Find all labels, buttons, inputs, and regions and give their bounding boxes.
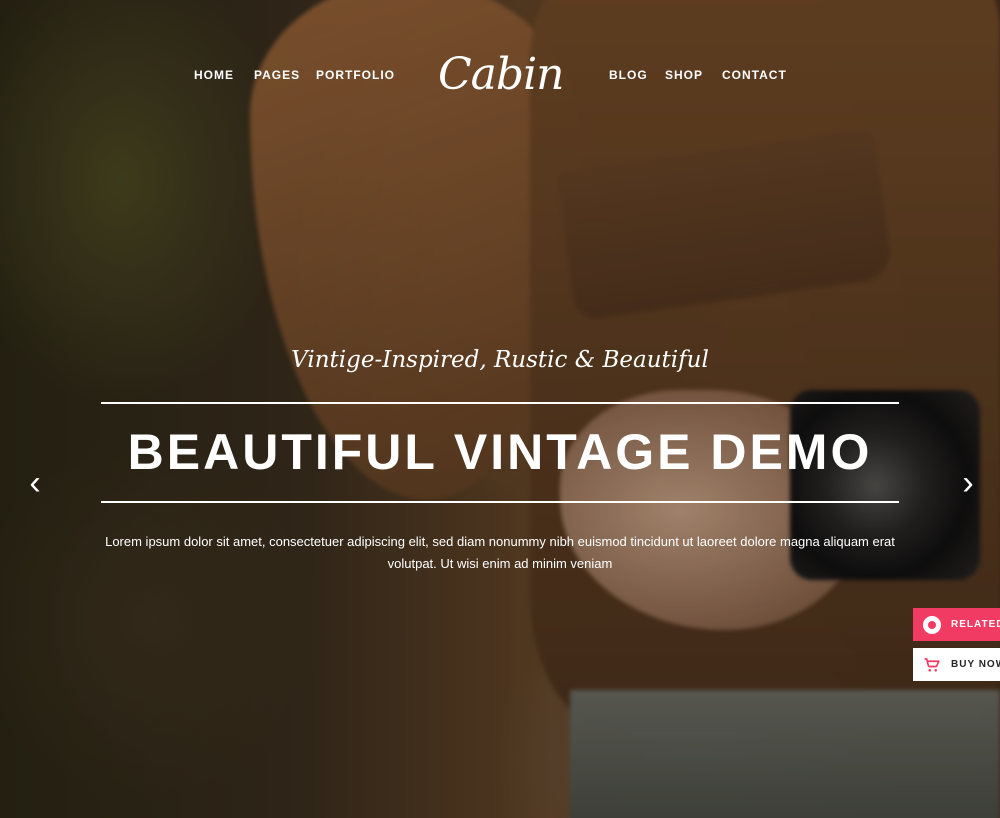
nav-blog-link[interactable]: BLOG bbox=[609, 69, 648, 81]
site-logo[interactable]: Cabin bbox=[438, 35, 568, 115]
related-icon bbox=[923, 615, 941, 634]
main-navigation: HOME PAGES PORTFOLIO Cabin BLOG SHOP CON… bbox=[0, 35, 1000, 115]
buy-now-button-label: BUY NOW bbox=[951, 659, 1000, 670]
nav-pages-link[interactable]: PAGES bbox=[254, 69, 300, 81]
hero-tagline: Vintige-Inspired, Rustic & Beautiful bbox=[291, 347, 709, 373]
next-slide-icon[interactable]: › bbox=[957, 466, 979, 500]
nav-contact-link[interactable]: CONTACT bbox=[722, 69, 787, 81]
hero-dark-overlay bbox=[0, 0, 1000, 818]
previous-slide-icon[interactable]: ‹ bbox=[24, 466, 46, 500]
nav-portfolio-link[interactable]: PORTFOLIO bbox=[316, 69, 395, 81]
hero-description: Lorem ipsum dolor sit amet, consectetuer… bbox=[105, 534, 895, 571]
buy-now-button[interactable]: BUY NOW bbox=[913, 648, 1000, 681]
headline-top-divider bbox=[101, 402, 899, 404]
related-button-label: RELATED bbox=[951, 619, 1000, 630]
related-button[interactable]: RELATED bbox=[913, 608, 1000, 641]
headline-bottom-divider bbox=[101, 501, 899, 503]
nav-home-link[interactable]: HOME bbox=[194, 69, 234, 81]
hero-background-image bbox=[0, 0, 1000, 818]
cart-icon bbox=[924, 657, 940, 672]
hero-headline: BEAUTIFUL VINTAGE DEMO bbox=[127, 424, 873, 480]
nav-shop-link[interactable]: SHOP bbox=[665, 69, 703, 81]
